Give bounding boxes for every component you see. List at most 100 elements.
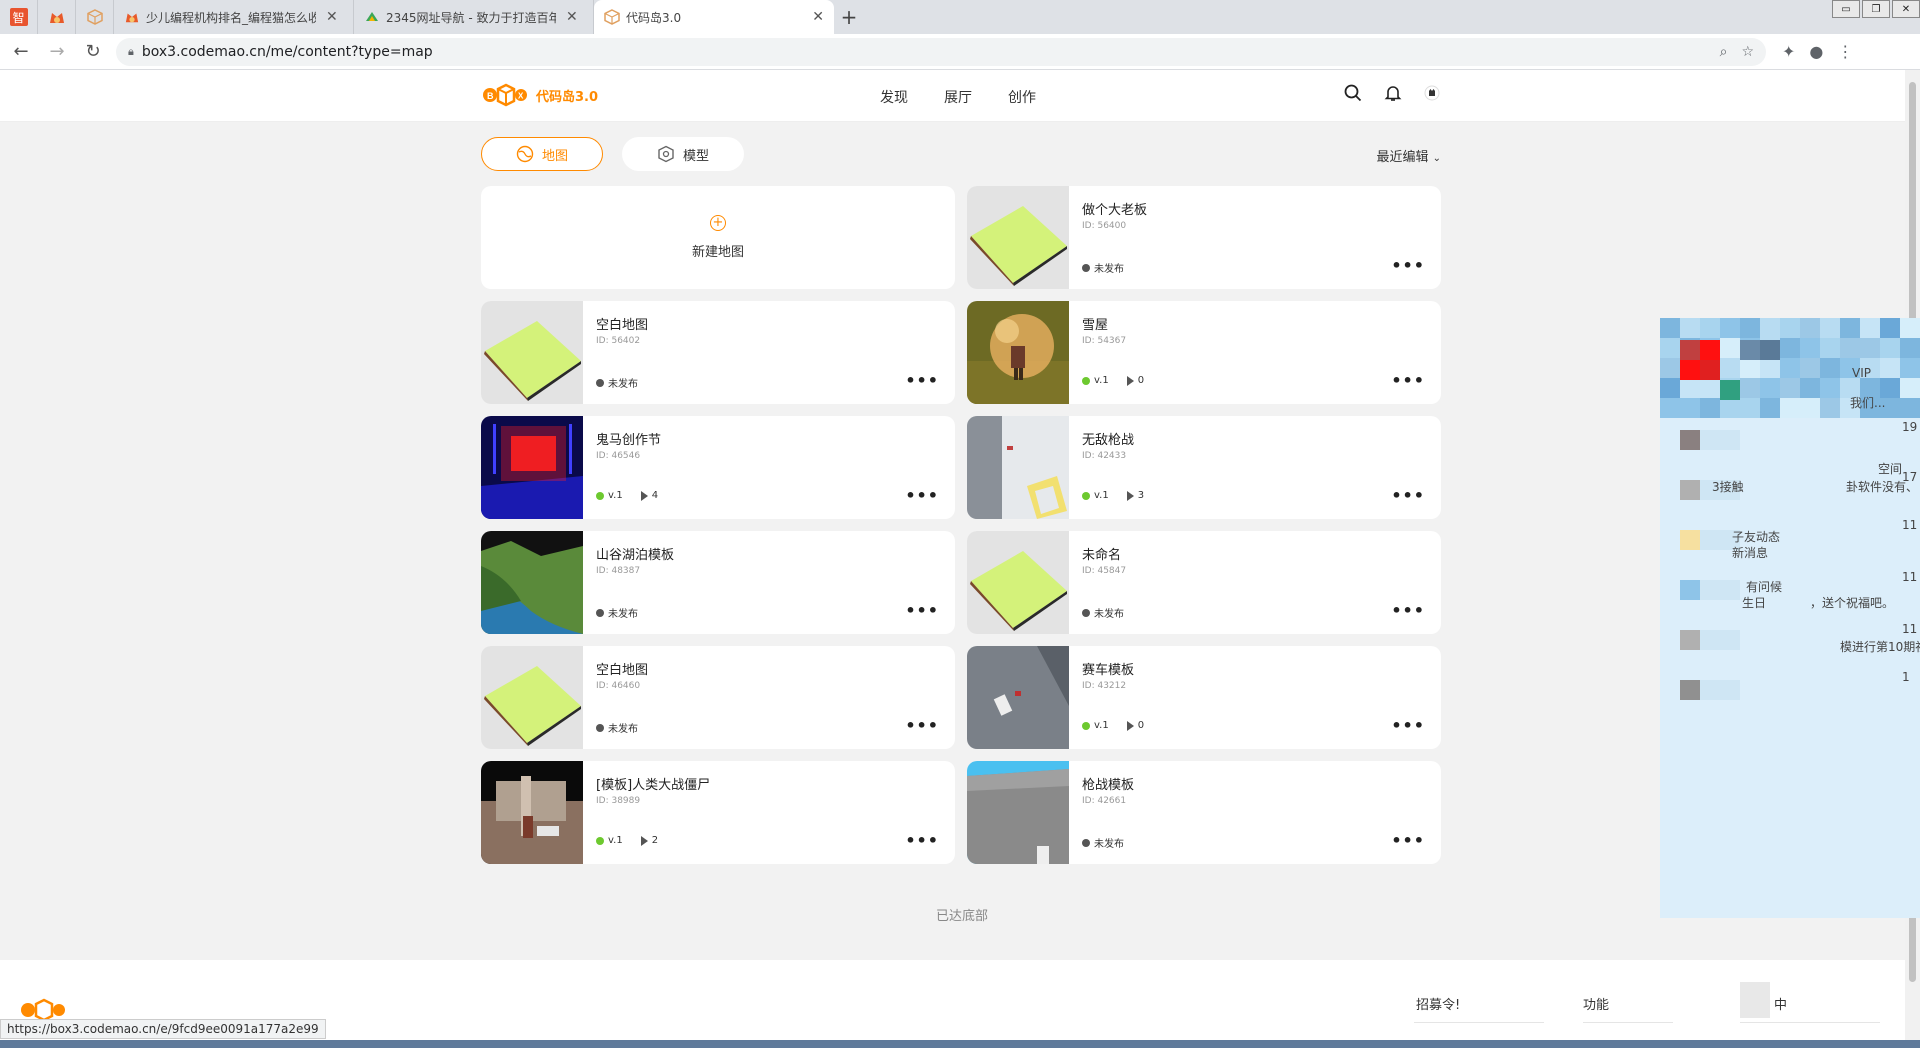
more-options-icon[interactable]: ••• (905, 716, 939, 735)
pixel-block (1900, 358, 1920, 378)
browser-tab[interactable]: 少儿编程机构排名_编程猫怎么收 ✕ (114, 0, 354, 34)
more-options-icon[interactable]: ••• (905, 371, 939, 390)
pixel-block (1860, 318, 1880, 338)
pixel-block (1780, 338, 1800, 358)
user-avatar-icon[interactable] (1424, 85, 1440, 101)
back-arrow-icon[interactable]: ← (6, 37, 36, 67)
map-card[interactable]: 枪战模板 ID: 42661 未发布 ••• (967, 761, 1441, 864)
more-options-icon[interactable]: ••• (1391, 831, 1425, 850)
pixel-block (1700, 360, 1720, 380)
pinned-tab[interactable] (76, 0, 114, 34)
footer-link-features[interactable]: 功能 (1583, 994, 1609, 1013)
map-status: 未发布 (1082, 260, 1124, 275)
tab-map[interactable]: 地图 (481, 137, 603, 171)
forward-arrow-icon[interactable]: → (42, 37, 72, 67)
pixel-block (1660, 318, 1680, 338)
status-dot (596, 608, 604, 617)
more-options-icon[interactable]: ••• (1391, 601, 1425, 620)
new-tab-button[interactable]: + (834, 0, 864, 34)
play-count-icon (1126, 375, 1134, 386)
more-options-icon[interactable]: ••• (905, 601, 939, 620)
pixel-block (1720, 680, 1740, 700)
map-card[interactable]: 赛车模板 ID: 43212 v.1 0 ••• (967, 646, 1441, 749)
more-options-icon[interactable]: ••• (1391, 371, 1425, 390)
browser-toolbar: ← → ↻ 🔒︎ box3.codemao.cn/me/content?type… (0, 34, 1920, 70)
version-text: v.1 (1094, 375, 1109, 386)
footer-link-cn[interactable]: 中 (1774, 994, 1787, 1013)
window-controls: ▭ ❐ ✕ (1830, 0, 1920, 18)
bell-icon[interactable] (1384, 84, 1402, 102)
footer-link-recruit[interactable]: 招募令! (1416, 994, 1460, 1013)
status-dot (1082, 263, 1090, 272)
pixel-block (1860, 338, 1880, 358)
map-card[interactable]: 未命名 ID: 45847 未发布 ••• (967, 531, 1441, 634)
play-count: 0 (1137, 720, 1145, 731)
more-options-icon[interactable]: ••• (1391, 716, 1425, 735)
pinned-tab[interactable] (38, 0, 76, 34)
map-card[interactable]: 做个大老板 ID: 56400 未发布 ••• (967, 186, 1441, 289)
pixel-block (1780, 378, 1800, 398)
minimize-icon[interactable]: ▭ (1832, 0, 1860, 18)
restore-icon[interactable]: ❐ (1862, 0, 1890, 18)
zoom-icon[interactable]: ⌕ (1720, 44, 1728, 60)
map-status: 未发布 (1082, 605, 1124, 620)
tab-map-label: 地图 (541, 148, 568, 164)
nav-discover[interactable]: 发现 (880, 87, 908, 107)
status-dot (596, 491, 604, 500)
address-bar[interactable]: 🔒︎ box3.codemao.cn/me/content?type=map ⌕… (116, 37, 1766, 66)
map-icon (516, 145, 534, 163)
2345-nav-icon (366, 12, 378, 21)
browser-tab-active[interactable]: 代码岛3.0 ✕ (594, 0, 834, 34)
codemao-cat-icon (125, 13, 139, 23)
pixel-block (1700, 580, 1720, 600)
pixel-block (1800, 358, 1820, 378)
pixel-block (1780, 398, 1800, 418)
browser-tab[interactable]: 2345网址导航 - 致力于打造百年 ✕ (354, 0, 594, 34)
map-card[interactable]: 空白地图 ID: 46460 未发布 ••• (481, 646, 955, 749)
close-window-icon[interactable]: ✕ (1892, 0, 1920, 18)
more-options-icon[interactable]: ••• (905, 831, 939, 850)
more-options-icon[interactable]: ••• (905, 486, 939, 505)
overlay-text: 有问候 (1746, 580, 1783, 594)
browser-status-bar: https://box3.codemao.cn/e/9fcd9ee0091a17… (0, 1019, 326, 1039)
search-icon[interactable] (1344, 84, 1362, 102)
url-text: box3.codemao.cn/me/content?type=map (141, 43, 433, 60)
map-card[interactable]: 山谷湖泊模板 ID: 48387 未发布 ••• (481, 531, 955, 634)
footer-divider (1740, 1022, 1880, 1023)
map-thumbnail (967, 416, 1069, 519)
bookmark-star-icon[interactable]: ☆ (1741, 44, 1754, 60)
extensions-puzzle-icon[interactable]: ✦ (1782, 42, 1795, 61)
map-card[interactable]: 鬼马创作节 ID: 46546 v.1 4 ••• (481, 416, 955, 519)
sort-dropdown[interactable]: 最近编辑 ⌄ (1376, 146, 1441, 165)
map-card[interactable]: 雪屋 ID: 54367 v.1 0 ••• (967, 301, 1441, 404)
more-options-icon[interactable]: ••• (1391, 486, 1425, 505)
profile-avatar-icon[interactable]: ● (1809, 42, 1823, 61)
close-icon[interactable]: ✕ (326, 9, 338, 25)
nav-create[interactable]: 创作 (1008, 87, 1036, 107)
plus-circle-icon: + (710, 215, 726, 231)
tab-title: 代码岛3.0 (626, 10, 682, 25)
more-options-icon[interactable]: ••• (1391, 256, 1425, 275)
pixel-block (1760, 340, 1780, 360)
map-id: ID: 43212 (1082, 681, 1127, 691)
map-card[interactable]: 无敌枪战 ID: 42433 v.1 3 ••• (967, 416, 1441, 519)
new-map-card[interactable]: + 新建地图 (481, 186, 955, 289)
close-icon[interactable]: ✕ (566, 9, 578, 25)
version-text: v.1 (608, 490, 623, 501)
pinned-tab[interactable]: 智 (0, 0, 38, 34)
map-title: 枪战模板 (1082, 778, 1135, 793)
pixel-block (1900, 318, 1920, 338)
map-status: 未发布 (596, 605, 638, 620)
map-card[interactable]: 空白地图 ID: 56402 未发布 ••• (481, 301, 955, 404)
map-id: ID: 45847 (1082, 566, 1127, 576)
site-logo[interactable]: B X 代码岛3.0 (482, 83, 598, 107)
reload-icon[interactable]: ↻ (78, 37, 108, 67)
pixel-block (1700, 398, 1720, 418)
nav-gallery[interactable]: 展厅 (944, 87, 972, 107)
map-id: ID: 42433 (1082, 451, 1127, 461)
map-card[interactable]: [模板]人类大战僵尸 ID: 38989 v.1 2 ••• (481, 761, 955, 864)
header-icons (1344, 84, 1440, 102)
close-icon[interactable]: ✕ (812, 9, 824, 25)
menu-kebab-icon[interactable]: ⋮ (1837, 42, 1853, 61)
tab-model[interactable]: 模型 (622, 137, 744, 171)
